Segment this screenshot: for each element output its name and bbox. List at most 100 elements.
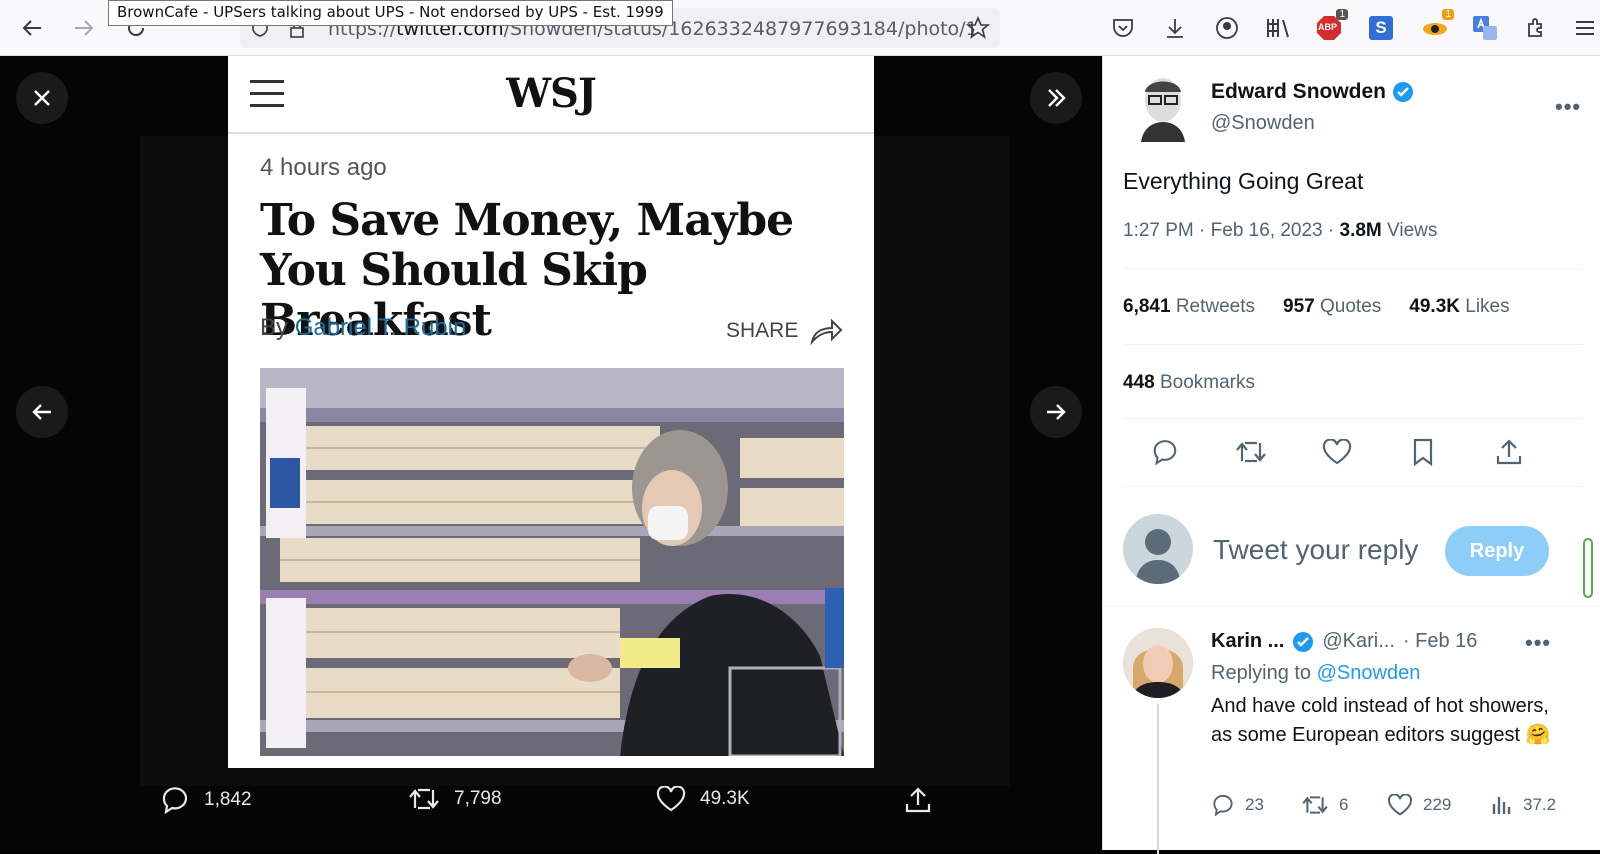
divider: [1123, 268, 1583, 269]
author-name[interactable]: Edward Snowden: [1211, 80, 1414, 104]
retweet-icon: [1236, 441, 1266, 463]
bookmark-star-icon[interactable]: [966, 16, 990, 40]
likes-stat[interactable]: 49.3K Likes: [1409, 296, 1509, 318]
media-retweet-count: 7,798: [454, 788, 502, 809]
reply-retweet-button[interactable]: 6: [1301, 794, 1348, 816]
reply-submit-button[interactable]: Reply: [1445, 526, 1549, 576]
library-icon[interactable]: [1264, 13, 1294, 43]
extensions-puzzle-icon[interactable]: [1522, 13, 1552, 43]
views-label: Views: [1381, 220, 1438, 241]
bookmarks-stat[interactable]: 448 Bookmarks: [1123, 372, 1255, 394]
bookmark-button[interactable]: [1407, 436, 1439, 468]
pocket-icon[interactable]: [1108, 13, 1138, 43]
account-icon[interactable]: [1212, 13, 1242, 43]
author-avatar[interactable]: [1133, 72, 1193, 142]
replying-to-handle[interactable]: @Snowden: [1317, 662, 1421, 684]
more-options-icon[interactable]: •••: [1555, 94, 1581, 120]
s-extension-label: S: [1369, 16, 1393, 40]
back-button[interactable]: [16, 12, 48, 44]
tweet-text: Everything Going Great: [1123, 168, 1364, 194]
menu-icon[interactable]: [1570, 13, 1600, 43]
reply-like-count: 229: [1423, 795, 1452, 814]
article-author: Gabriel T. Rubin: [294, 314, 467, 341]
arrow-right-icon: [75, 20, 94, 36]
reply-author-name[interactable]: Karin ...: [1211, 630, 1284, 653]
reply-text: And have cold instead of hot showers, as…: [1211, 695, 1551, 746]
reply-bubble-icon: [162, 787, 188, 814]
share-label: SHARE: [726, 319, 799, 342]
s-extension-icon[interactable]: S: [1366, 13, 1396, 43]
reply-author-handle[interactable]: @Kari...: [1322, 630, 1395, 653]
media-reply-count: 1,842: [204, 789, 252, 810]
retweet-icon: [409, 788, 439, 810]
bookmark-icon: [1413, 438, 1433, 466]
tooltip: BrownCafe - UPSers talking about UPS - N…: [108, 0, 673, 26]
tweet-time[interactable]: 1:27 PM · Feb 16, 2023 ·: [1123, 220, 1340, 241]
tweet-stats: 6,841 Retweets 957 Quotes 49.3K Likes: [1123, 296, 1510, 318]
tweet-photo[interactable]: WSJ 4 hours ago To Save Money, Maybe You…: [228, 56, 874, 768]
close-button[interactable]: [16, 72, 68, 124]
wsj-logo: WSJ: [506, 70, 597, 117]
reply-author-avatar[interactable]: [1123, 628, 1193, 698]
arrow-left-icon: [32, 404, 51, 420]
reply-retweet-count: 6: [1339, 795, 1349, 814]
article-byline: By Gabriel T. Rubin: [260, 314, 466, 342]
article-share: SHARE: [726, 316, 844, 346]
article-time: 4 hours ago: [260, 154, 387, 181]
media-viewer: WSJ 4 hours ago To Save Money, Maybe You…: [0, 56, 1102, 850]
quotes-stat[interactable]: 957 Quotes: [1283, 296, 1381, 318]
views-count: 3.8M: [1339, 220, 1382, 241]
forward-button[interactable]: [68, 12, 100, 44]
reply-views-button[interactable]: 37.2: [1491, 794, 1556, 816]
media-like-button[interactable]: 49.3K: [656, 786, 750, 812]
adblock-icon[interactable]: ABP 1: [1314, 9, 1348, 43]
reply-header: Karin ... @Kari... · Feb 16: [1211, 630, 1477, 653]
reply-reply-count: 23: [1245, 795, 1264, 814]
media-retweet-button[interactable]: 7,798: [408, 786, 502, 812]
double-chevron-right-icon: [1048, 89, 1066, 107]
more-options-icon[interactable]: •••: [1525, 630, 1551, 656]
next-button[interactable]: [1030, 386, 1082, 438]
share-upload-icon: [1496, 439, 1522, 465]
reply-actions: 23 6 229 37.2: [1211, 794, 1600, 824]
expand-panel-button[interactable]: [1030, 72, 1082, 124]
verified-badge-icon: [1293, 631, 1314, 652]
translate-icon[interactable]: [1470, 13, 1500, 43]
thread-line: [1157, 704, 1159, 854]
tweet-actions: [1123, 432, 1583, 472]
replying-to: Replying to @Snowden: [1211, 662, 1420, 685]
reply-button[interactable]: [1149, 436, 1181, 468]
analytics-bars-icon: [1492, 797, 1511, 814]
media-reply-button[interactable]: 1,842: [160, 786, 252, 814]
reply-like-button[interactable]: 229: [1387, 794, 1451, 816]
media-share-button[interactable]: [904, 786, 932, 814]
reply-composer: Tweet your reply Reply: [1123, 514, 1593, 598]
share-button[interactable]: [1493, 436, 1525, 468]
reply-reply-button[interactable]: 23: [1211, 794, 1264, 816]
user-avatar: [1123, 514, 1193, 584]
media-action-bar: 1,842 7,798 49.3K: [160, 786, 950, 826]
like-button[interactable]: [1321, 436, 1353, 468]
eye-extension-icon[interactable]: 1: [1420, 9, 1454, 43]
download-icon[interactable]: [1160, 13, 1190, 43]
reply-tweet[interactable]: Karin ... @Kari... · Feb 16 ••• Replying…: [1123, 628, 1583, 854]
reply-input[interactable]: Tweet your reply: [1213, 534, 1418, 566]
heart-icon: [656, 786, 686, 812]
byline-prefix: By: [260, 314, 289, 341]
adblock-label: ABP: [1318, 22, 1338, 32]
divider: [1123, 418, 1583, 419]
retweets-stat[interactable]: 6,841 Retweets: [1123, 296, 1255, 318]
arrow-left-icon: [22, 20, 41, 36]
retweet-button[interactable]: [1235, 436, 1267, 468]
divider: [1123, 486, 1583, 487]
reply-date[interactable]: · Feb 16: [1403, 630, 1477, 653]
share-arrow-icon: [810, 318, 843, 346]
previous-button[interactable]: [16, 386, 68, 438]
reply-views-count: 37.2: [1523, 795, 1557, 814]
arrow-right-icon: [1047, 404, 1066, 420]
article-photo-eggs-aisle: [260, 368, 844, 756]
tweet-author: Edward Snowden @Snowden •••: [1133, 72, 1583, 148]
reply-bubble-icon: [1153, 440, 1177, 466]
author-handle[interactable]: @Snowden: [1211, 112, 1315, 135]
eye-extension-badge: 1: [1442, 9, 1454, 20]
